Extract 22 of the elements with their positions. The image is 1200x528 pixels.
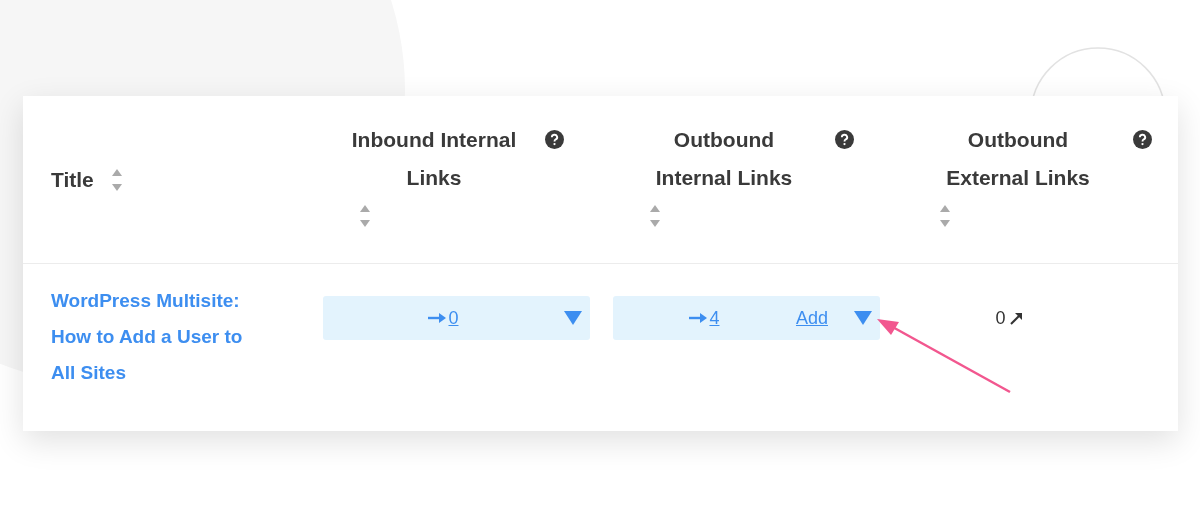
sort-icon[interactable] [360,203,370,229]
link-count[interactable]: 4 [709,307,720,329]
external-link-count: 0 [995,307,1006,329]
post-title-link[interactable]: WordPress Multisite: How to Add a User to All Sites [51,283,256,391]
add-link[interactable]: Add [795,307,828,329]
help-icon[interactable] [545,130,564,149]
outbound-links-dropdown[interactable]: 4 Add [613,296,880,340]
arrow-right-icon [689,313,708,323]
caret-down-icon[interactable] [564,311,582,325]
column-header: Outbound Internal Links [654,127,794,191]
column-header: Title [51,166,94,193]
help-icon[interactable] [835,130,854,149]
column-header: Inbound Internal Links [350,127,518,191]
sort-icon[interactable] [650,203,660,229]
help-icon[interactable] [1133,130,1152,149]
sort-icon[interactable] [940,203,950,229]
caret-down-icon[interactable] [854,311,872,325]
arrow-up-right-icon [1009,311,1023,325]
link-count[interactable]: 0 [448,307,459,329]
column-header: Outbound External Links [945,127,1091,191]
inbound-links-dropdown[interactable]: 0 [323,296,590,340]
arrow-right-icon [428,313,447,323]
